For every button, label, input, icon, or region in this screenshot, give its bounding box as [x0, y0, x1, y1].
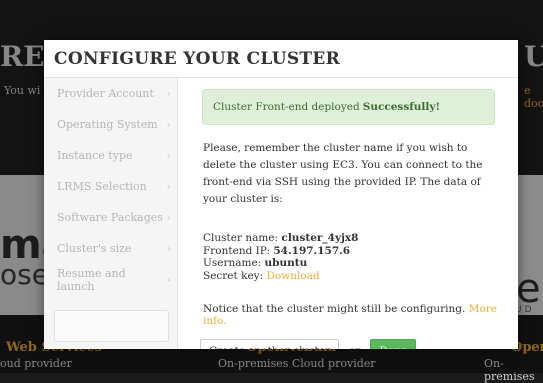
username-row: Username: ubuntu	[203, 257, 358, 270]
cluster-name-value: cluster_4yjx8	[281, 232, 359, 244]
username-value: ubuntu	[264, 257, 308, 269]
done-button[interactable]: Done	[370, 339, 417, 349]
chevron-right-icon: ›	[166, 273, 171, 286]
step-software-packages[interactable]: Software Packages ›	[44, 202, 177, 233]
chevron-right-icon: ›	[166, 87, 171, 100]
cluster-info: Cluster name: cluster_4yjx8 Frontend IP:…	[203, 232, 358, 282]
step-label: Provider Account	[57, 87, 154, 100]
wizard-steps-sidebar: Provider Account › Operating System › In…	[44, 78, 178, 349]
chevron-right-icon: ›	[166, 118, 171, 131]
cluster-name-label: Cluster name:	[203, 232, 279, 244]
modal-title: CONFIGURE YOUR CLUSTER	[54, 48, 341, 69]
step-resume-and-launch[interactable]: Resume and launch ›	[44, 264, 177, 295]
step-label: LRMS Selection	[57, 180, 147, 193]
frontend-ip-value: 54.197.157.6	[273, 244, 351, 257]
step-cluster-size[interactable]: Cluster's size ›	[44, 233, 177, 264]
step-label: Instance type	[57, 149, 133, 162]
chevron-right-icon: ›	[166, 180, 171, 193]
frontend-ip-label: Frontend IP:	[203, 244, 271, 257]
step-lrms-selection[interactable]: LRMS Selection ›	[44, 171, 177, 202]
download-key-link[interactable]: Download	[266, 270, 319, 282]
create-another-cluster-button[interactable]: Create another cluster	[200, 339, 340, 349]
chevron-right-icon: ›	[166, 242, 171, 255]
step-label: Operating System	[57, 118, 158, 131]
step-operating-system[interactable]: Operating System ›	[44, 109, 177, 140]
cluster-name-row: Cluster name: cluster_4yjx8	[203, 232, 358, 245]
success-alert: Cluster Front-end deployed Successfully!	[202, 89, 495, 125]
step-label: Software Packages	[57, 211, 163, 224]
username-label: Username:	[203, 257, 262, 269]
step-instance-type[interactable]: Instance type ›	[44, 140, 177, 171]
step-provider-account[interactable]: Provider Account ›	[44, 78, 177, 109]
frontend-ip-row: Frontend IP: 54.197.157.6	[203, 245, 358, 258]
cluster-message: Please, remember the cluster name if you…	[203, 142, 483, 205]
modal-header: CONFIGURE YOUR CLUSTER	[44, 40, 518, 78]
chevron-right-icon: ›	[166, 149, 171, 162]
secret-key-row: Secret key: Download	[203, 270, 358, 283]
step-label: Resume and launch	[57, 266, 126, 293]
notice-text: Notice that the cluster might still be c…	[203, 303, 466, 315]
chevron-right-icon: ›	[166, 211, 171, 224]
modal-actions: Create another cluster or Done	[200, 339, 417, 349]
secret-key-label: Secret key:	[203, 269, 264, 282]
sidebar-empty-box	[54, 310, 169, 342]
configuring-notice: Notice that the cluster might still be c…	[203, 303, 518, 327]
step-label: Cluster's size	[57, 242, 132, 255]
modal-content: Cluster Front-end deployed Successfully!…	[178, 78, 518, 349]
or-separator: or	[349, 345, 360, 349]
alert-strong: Successfully!	[362, 101, 441, 113]
alert-text: Cluster Front-end deployed	[213, 101, 360, 113]
configure-cluster-modal: CONFIGURE YOUR CLUSTER Provider Account …	[44, 40, 518, 349]
